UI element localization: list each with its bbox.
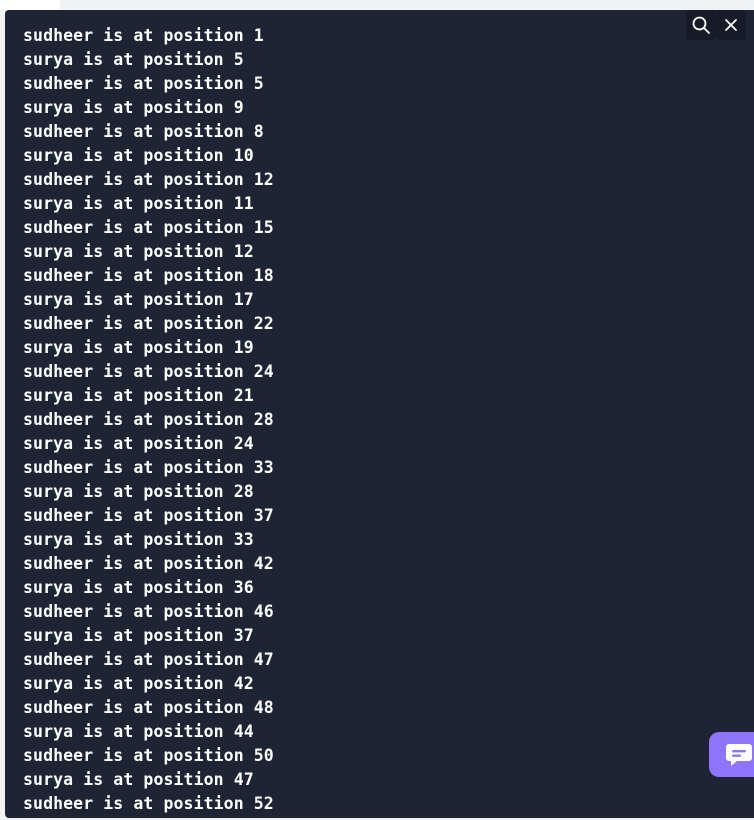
left-strip [0, 0, 60, 10]
output-line: sudheer is at position 37 [23, 506, 274, 525]
output-line: sudheer is at position 1 [23, 26, 264, 45]
output-line: sudheer is at position 15 [23, 218, 274, 237]
output-line: surya is at position 11 [23, 194, 254, 213]
output-line: sudheer is at position 28 [23, 410, 274, 429]
output-line: sudheer is at position 8 [23, 122, 264, 141]
output-console: sudheer is at position 1 surya is at pos… [5, 10, 754, 818]
chat-button[interactable] [709, 732, 754, 777]
output-line: sudheer is at position 22 [23, 314, 274, 333]
chat-icon [726, 743, 752, 766]
output-line: surya is at position 33 [23, 530, 254, 549]
search-icon [692, 16, 710, 34]
output-line: surya is at position 12 [23, 242, 254, 261]
output-line: surya is at position 10 [23, 146, 254, 165]
output-line: sudheer is at position 12 [23, 170, 274, 189]
output-lines: sudheer is at position 1 surya is at pos… [23, 24, 274, 816]
output-line: sudheer is at position 5 [23, 74, 264, 93]
output-line: surya is at position 42 [23, 674, 254, 693]
close-button[interactable] [716, 10, 746, 40]
output-line: surya is at position 37 [23, 626, 254, 645]
close-icon [725, 19, 737, 31]
page: sudheer is at position 1 surya is at pos… [0, 0, 754, 820]
output-line: surya is at position 36 [23, 578, 254, 597]
output-line: surya is at position 5 [23, 50, 244, 69]
search-button[interactable] [686, 10, 716, 40]
output-line: surya is at position 17 [23, 290, 254, 309]
output-line: sudheer is at position 50 [23, 746, 274, 765]
output-line: sudheer is at position 48 [23, 698, 274, 717]
output-line: sudheer is at position 18 [23, 266, 274, 285]
output-line: surya is at position 19 [23, 338, 254, 357]
output-line: sudheer is at position 46 [23, 602, 274, 621]
output-line: sudheer is at position 24 [23, 362, 274, 381]
output-line: sudheer is at position 52 [23, 794, 274, 813]
output-line: surya is at position 21 [23, 386, 254, 405]
output-line: sudheer is at position 42 [23, 554, 274, 573]
output-line: surya is at position 44 [23, 722, 254, 741]
output-line: surya is at position 28 [23, 482, 254, 501]
output-line: surya is at position 47 [23, 770, 254, 789]
output-line: surya is at position 9 [23, 98, 244, 117]
output-line: sudheer is at position 47 [23, 650, 274, 669]
output-line: sudheer is at position 33 [23, 458, 274, 477]
output-line: surya is at position 24 [23, 434, 254, 453]
